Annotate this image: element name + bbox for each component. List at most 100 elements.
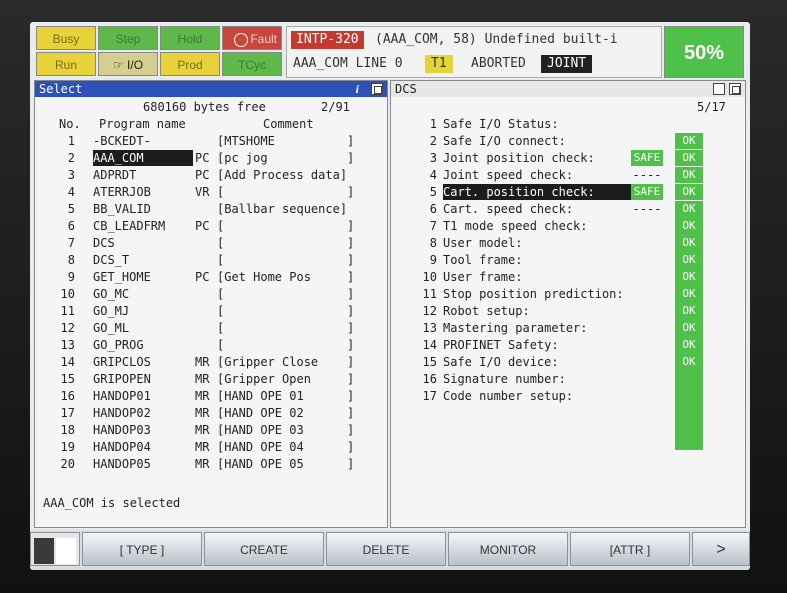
program-name[interactable]: GO_ML	[93, 320, 129, 336]
program-name[interactable]: GO_MC	[93, 286, 129, 302]
status-busy: Busy	[36, 26, 96, 50]
program-number: 10	[60, 287, 75, 301]
program-comment: [MTSHOME ]	[217, 134, 355, 148]
check-label: Joint speed check:	[443, 168, 574, 182]
program-name[interactable]: HANDOP03	[93, 422, 151, 438]
alarm-code: INTP-320	[291, 31, 364, 49]
create-button[interactable]: CREATE	[204, 532, 324, 566]
program-number: 17	[60, 406, 75, 420]
program-type: MR	[195, 355, 210, 369]
program-comment: [ ]	[217, 185, 355, 199]
check-number: 12	[422, 304, 437, 318]
program-number: 20	[60, 457, 75, 471]
program-name[interactable]: CB_LEADFRM	[93, 218, 165, 234]
check-number: 5	[429, 185, 437, 199]
delete-button[interactable]: DELETE	[326, 532, 446, 566]
program-comment: [Gripper Close ]	[217, 355, 355, 369]
check-label: PROFINET Safety:	[443, 338, 559, 352]
check-status: OK	[675, 320, 703, 336]
check-status: OK	[675, 150, 703, 166]
program-name[interactable]: GET_HOME	[93, 269, 151, 285]
speed-override[interactable]: 50%	[664, 26, 744, 78]
check-label: Joint position check:	[443, 151, 595, 165]
select-pane-title: Select i	[35, 81, 387, 97]
program-type: MR	[195, 372, 210, 386]
check-status: OK	[675, 201, 703, 217]
program-number: 2	[67, 151, 75, 165]
dcs-pane-title: DCS	[391, 81, 745, 97]
program-name[interactable]: ADPRDT	[93, 167, 136, 183]
dcs-pane[interactable]: DCS 5/17 1 Safe I/O Status: 2 Safe I/O conn…	[390, 80, 746, 528]
program-number: 16	[60, 389, 75, 403]
info-icon[interactable]: i	[356, 81, 359, 97]
select-page-indicator: 2/91	[321, 100, 350, 114]
program-name[interactable]: GRIPOPEN	[93, 371, 151, 387]
program-name[interactable]: GO_MJ	[93, 303, 129, 319]
program-type: PC	[195, 151, 210, 165]
check-label: Safe I/O connect:	[443, 134, 566, 148]
maximize-icon[interactable]	[371, 83, 383, 95]
program-type: PC	[195, 219, 210, 233]
program-comment: [ ]	[217, 304, 355, 318]
attr-button[interactable]: [ATTR ]	[570, 532, 690, 566]
program-number: 6	[67, 219, 75, 233]
check-label: Robot setup:	[443, 304, 530, 318]
program-name[interactable]: BB_VALID	[93, 201, 151, 217]
program-number: 1	[67, 134, 75, 148]
program-name[interactable]: DCS	[93, 235, 115, 251]
program-name[interactable]: HANDOP02	[93, 405, 151, 421]
program-name[interactable]: GO_PROG	[93, 337, 144, 353]
check-mode: SAFE	[631, 150, 663, 166]
program-name[interactable]: AAA_COM	[93, 150, 193, 166]
check-number: 10	[422, 270, 437, 284]
check-number: 15	[422, 355, 437, 369]
check-number: 8	[429, 236, 437, 250]
program-number: 14	[60, 355, 75, 369]
program-name[interactable]: -BCKEDT-	[93, 133, 151, 149]
dcs-pane-title-text: DCS	[395, 82, 417, 96]
program-number: 3	[67, 168, 75, 182]
program-name[interactable]: HANDOP04	[93, 439, 151, 455]
program-number: 19	[60, 440, 75, 454]
program-name[interactable]: DCS_T	[93, 252, 129, 268]
program-comment: [ ]	[217, 236, 355, 250]
program-number: 12	[60, 321, 75, 335]
check-status: OK	[675, 235, 703, 251]
program-type: VR	[195, 185, 210, 199]
program-name[interactable]: HANDOP01	[93, 388, 151, 404]
program-type: MR	[195, 389, 210, 403]
check-status: OK	[675, 218, 703, 234]
program-comment: [HAND OPE 03 ]	[217, 423, 355, 437]
col-header-no: No.	[59, 117, 81, 131]
select-pane[interactable]: Select i 680160 bytes free 2/91 No. Prog…	[34, 80, 388, 528]
check-number: 7	[429, 219, 437, 233]
program-number: 9	[67, 270, 75, 284]
program-comment: [HAND OPE 02 ]	[217, 406, 355, 420]
program-comment: [Gripper Open ]	[217, 372, 355, 386]
program-comment: [Add Process data]	[217, 168, 348, 182]
function-key-bar: [ TYPE ] CREATE DELETE MONITOR [ATTR ] >	[30, 530, 750, 570]
check-status: OK	[675, 133, 703, 149]
white-square-icon	[56, 537, 76, 564]
status-run: Run	[36, 52, 96, 76]
check-status: OK	[675, 252, 703, 268]
program-name[interactable]: HANDOP05	[93, 456, 151, 472]
monitor-button[interactable]: MONITOR	[448, 532, 568, 566]
program-number: 15	[60, 372, 75, 386]
check-status: OK	[675, 184, 703, 200]
check-label: Code number setup:	[443, 389, 574, 403]
type-button[interactable]: [ TYPE ]	[82, 532, 202, 566]
program-name[interactable]: GRIPCLOS	[93, 354, 151, 370]
status-hold: Hold	[160, 26, 220, 50]
minimize-icon[interactable]	[713, 83, 725, 95]
check-status: OK	[675, 167, 703, 183]
col-header-name: Program name	[99, 117, 186, 131]
alarm-header: INTP-320 (AAA_COM, 58) Undefined built-i…	[286, 26, 662, 78]
check-number: 14	[422, 338, 437, 352]
program-name[interactable]: ATERRJOB	[93, 184, 151, 200]
check-label: Cart. position check:	[443, 184, 631, 200]
next-button[interactable]: >	[692, 532, 750, 566]
check-label: Mastering parameter:	[443, 321, 588, 335]
program-comment: [pc jog ]	[217, 151, 355, 165]
maximize-icon[interactable]	[729, 83, 741, 95]
